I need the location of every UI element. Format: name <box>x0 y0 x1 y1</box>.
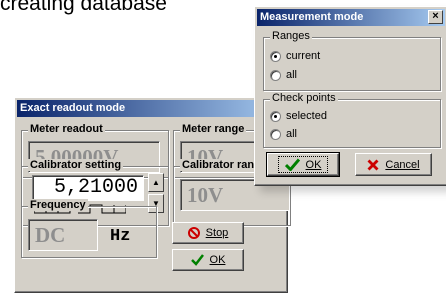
exact-readout-titlebar: Exact readout mode <box>17 100 285 117</box>
exact-ok-button[interactable]: OK <box>172 249 244 271</box>
measurement-titlebar: Measurement mode × <box>257 9 445 26</box>
check-icon <box>284 158 300 171</box>
ranges-current-label: current <box>286 50 321 62</box>
x-icon <box>367 159 379 170</box>
meter-readout-label: Meter readout <box>28 123 105 135</box>
checkpoints-all-label: all <box>286 128 298 140</box>
calibrator-setting-label: Calibrator setting <box>28 159 124 171</box>
exact-ok-label: OK <box>209 254 226 266</box>
radio-selected-icon <box>270 50 281 62</box>
frequency-unit: Hz <box>110 227 131 246</box>
increment-button[interactable]: ▲ <box>148 173 164 192</box>
measurement-ok-label: OK <box>305 158 322 171</box>
meter-range-label: Meter range <box>180 123 247 135</box>
checkpoints-selected-radio[interactable]: selected <box>270 110 327 122</box>
checkpoints-all-radio[interactable]: all <box>270 128 297 140</box>
check-points-group: Check points selected all <box>263 92 441 148</box>
frequency-display: DC <box>28 219 98 251</box>
calibrator-setting-input[interactable]: 5,21000 <box>32 175 144 201</box>
ranges-all-radio[interactable]: all <box>270 69 297 81</box>
checkpoints-selected-label: selected <box>286 110 327 122</box>
cancel-button[interactable]: Cancel <box>355 153 432 176</box>
measurement-mode-window: Measurement mode × Ranges current all Ch… <box>254 6 446 186</box>
ranges-label: Ranges <box>270 30 312 42</box>
stop-circle-icon <box>187 227 200 239</box>
stop-button-label: Stop <box>205 227 229 239</box>
ranges-all-label: all <box>286 69 298 81</box>
check-icon <box>190 254 204 266</box>
ranges-current-radio[interactable]: current <box>270 50 320 62</box>
close-icon[interactable]: × <box>428 10 443 24</box>
exact-readout-window: Exact readout mode Meter readout 5,00000… <box>14 97 291 293</box>
radio-unselected-icon <box>270 69 281 81</box>
radio-selected-icon <box>270 110 281 122</box>
radio-unselected-icon <box>270 128 281 140</box>
background-caption: creating database <box>0 0 167 15</box>
check-points-label: Check points <box>270 92 338 104</box>
measurement-title: Measurement mode <box>260 11 364 23</box>
ranges-group: Ranges current all <box>263 30 441 91</box>
measurement-ok-button[interactable]: OK <box>266 152 340 177</box>
frequency-label: Frequency <box>28 199 88 211</box>
cancel-label: Cancel <box>385 158 420 171</box>
stop-button[interactable]: Stop <box>172 222 244 244</box>
frequency-group: Frequency DC Hz <box>21 199 157 258</box>
